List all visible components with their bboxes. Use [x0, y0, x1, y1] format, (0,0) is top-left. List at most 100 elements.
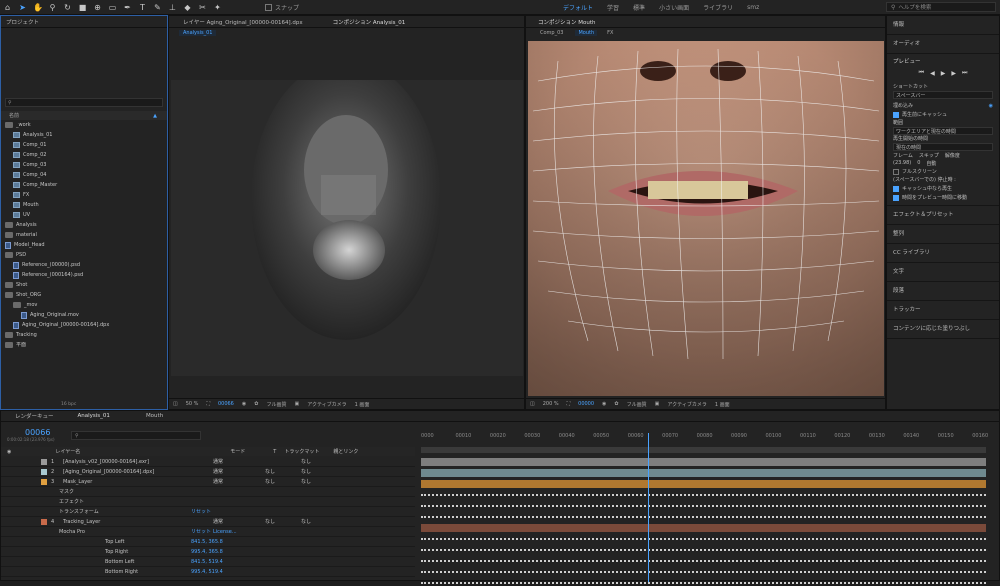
workspace-small-screen[interactable]: 小さい画面 [659, 3, 689, 12]
next-frame-icon[interactable]: ▶ [951, 70, 956, 77]
project-item[interactable]: Reference_(00000).psd [1, 260, 167, 270]
keyframe-row[interactable] [421, 560, 986, 564]
type-tool-icon[interactable]: T [138, 3, 147, 12]
project-item[interactable]: Aging_Original_[00000-00164].dpx [1, 320, 167, 330]
col-track-matte[interactable]: トラックマット [284, 448, 319, 455]
project-item[interactable]: Mouth [1, 200, 167, 210]
project-item[interactable]: Shot [1, 280, 167, 290]
col-mode[interactable]: モード [230, 448, 245, 455]
keyframe-row[interactable] [421, 582, 986, 586]
project-item[interactable]: Model_Head [1, 240, 167, 250]
hand-tool-icon[interactable]: ✋ [33, 3, 43, 12]
col-parent[interactable]: 親とリンク [333, 448, 358, 455]
work-area-bar[interactable] [421, 447, 986, 453]
fullscreen-checkbox[interactable] [893, 168, 899, 175]
play-icon[interactable]: ▶ [941, 70, 946, 77]
viewer-resolution[interactable]: フル画質 [627, 401, 647, 408]
timeline-search[interactable]: ⚲ [71, 431, 201, 440]
viewer-views[interactable]: 1 画面 [715, 401, 730, 408]
project-item[interactable]: Comp_04 [1, 170, 167, 180]
project-item[interactable]: Aging_Original.mov [1, 310, 167, 320]
pan-behind-icon[interactable]: ⊕ [93, 3, 102, 12]
breadcrumb-comp03[interactable]: Comp_03 [540, 30, 563, 36]
keyframe-row[interactable] [421, 549, 986, 553]
project-item[interactable]: Shot_ORG [1, 290, 167, 300]
snapshot-icon[interactable]: ◉ [602, 401, 606, 407]
keyframe-row[interactable] [421, 516, 986, 520]
range-select[interactable]: ワークエリアと現在の時間 [893, 127, 993, 135]
timeline-timecode[interactable]: 00066 [25, 428, 50, 437]
info-panel[interactable]: 情報 [887, 16, 999, 35]
project-search[interactable]: ⚲ [5, 98, 163, 107]
tab-layer-viewer[interactable]: レイヤー Aging_Original_[00000-00164].dpx [183, 18, 303, 26]
viewer-camera[interactable]: アクティブカメラ [667, 401, 706, 408]
tab-comp-mouth[interactable]: コンポジション Mouth [538, 18, 596, 26]
keyframe-row[interactable] [421, 571, 986, 575]
skip-select[interactable]: 0 [917, 160, 920, 166]
workspace-libraries[interactable]: ライブラリ [703, 3, 733, 12]
layer-bar-tracking[interactable] [421, 524, 986, 532]
viewer-zoom[interactable]: 200 % [543, 401, 559, 407]
viewer-camera[interactable]: アクティブカメラ [307, 401, 346, 408]
project-item[interactable]: UV [1, 210, 167, 220]
content-aware-fill-panel[interactable]: コンテンツに応じた塗りつぶし [887, 320, 999, 339]
breadcrumb-analysis[interactable]: Analysis_01 [179, 30, 217, 36]
project-item[interactable]: PSD [1, 250, 167, 260]
project-item[interactable]: Comp_01 [1, 140, 167, 150]
layer-bar[interactable] [421, 469, 986, 477]
keyframe-row[interactable] [421, 494, 986, 498]
move-time-checkbox[interactable] [893, 194, 899, 201]
user-field[interactable]: smz [747, 4, 759, 11]
workspace-default[interactable]: デフォルト [563, 3, 593, 12]
tab-comp-analysis[interactable]: コンポジション Analysis_01 [333, 18, 406, 26]
project-item[interactable]: Analysis [1, 220, 167, 230]
snap-checkbox[interactable] [265, 3, 272, 11]
rotate-tool-icon[interactable]: ↻ [63, 3, 72, 12]
viewer-grid-icon[interactable]: ◫ [530, 401, 535, 407]
channel-icon[interactable]: ✿ [254, 401, 258, 407]
breadcrumb-fx[interactable]: FX [607, 30, 613, 36]
project-item[interactable]: Reference_(000164).psd [1, 270, 167, 280]
project-item[interactable]: _mov [1, 300, 167, 310]
breadcrumb-mouth[interactable]: Mouth [575, 30, 598, 36]
eraser-tool-icon[interactable]: ◆ [183, 3, 192, 12]
viewer-views[interactable]: 1 画面 [355, 401, 370, 408]
project-tab[interactable]: プロジェクト [6, 18, 39, 26]
paragraph-panel[interactable]: 段落 [887, 282, 999, 301]
project-item[interactable]: Comp_03 [1, 160, 167, 170]
viewer-resolution[interactable]: フル画質 [266, 401, 286, 408]
project-item[interactable]: FX [1, 190, 167, 200]
camera-tool-icon[interactable]: ■ [78, 3, 87, 12]
playhead[interactable] [648, 433, 650, 582]
frame-rate-select[interactable]: (23.98) [893, 160, 911, 166]
home-icon[interactable]: ⌂ [3, 3, 12, 12]
playfrom-select[interactable]: 現在の時間 [893, 143, 993, 151]
project-item[interactable]: Comp_02 [1, 150, 167, 160]
first-frame-icon[interactable]: ⏮ [919, 69, 924, 77]
viewer-image-analysis[interactable] [171, 60, 523, 376]
clone-stamp-icon[interactable]: ⊥ [168, 3, 177, 12]
shortcut-select[interactable]: スペースバー [893, 91, 993, 99]
workspace-standard[interactable]: 標準 [633, 3, 645, 12]
selection-tool-icon[interactable]: ➤ [18, 3, 27, 12]
project-item[interactable]: 平面 [1, 340, 167, 350]
rectangle-tool-icon[interactable]: ▭ [108, 3, 117, 12]
align-panel[interactable]: 整列 [887, 225, 999, 244]
zoom-tool-icon[interactable]: ⚲ [48, 3, 57, 12]
roto-brush-icon[interactable]: ✂ [198, 3, 207, 12]
project-item[interactable]: Analysis_01 [1, 130, 167, 140]
cc-libraries-panel[interactable]: CC ライブラリ [887, 244, 999, 263]
include-video-icon[interactable]: ◉ [989, 103, 993, 109]
puppet-pin-icon[interactable]: ✦ [213, 3, 222, 12]
keyframe-row[interactable] [421, 505, 986, 509]
layer-bar[interactable] [421, 458, 986, 466]
cache-play-checkbox[interactable] [893, 185, 899, 192]
project-item[interactable]: Tracking [1, 330, 167, 340]
region-icon[interactable]: ▣ [294, 401, 299, 407]
viewer-fit-icon[interactable]: ⛶ [206, 401, 210, 407]
tab-timeline-analysis[interactable]: Analysis_01 [78, 413, 110, 419]
workspace-learn[interactable]: 学習 [607, 3, 619, 12]
viewer-image-mouth[interactable] [528, 41, 884, 396]
resolution-select[interactable]: 自動 [926, 160, 936, 167]
keyframe-row[interactable] [421, 538, 986, 542]
